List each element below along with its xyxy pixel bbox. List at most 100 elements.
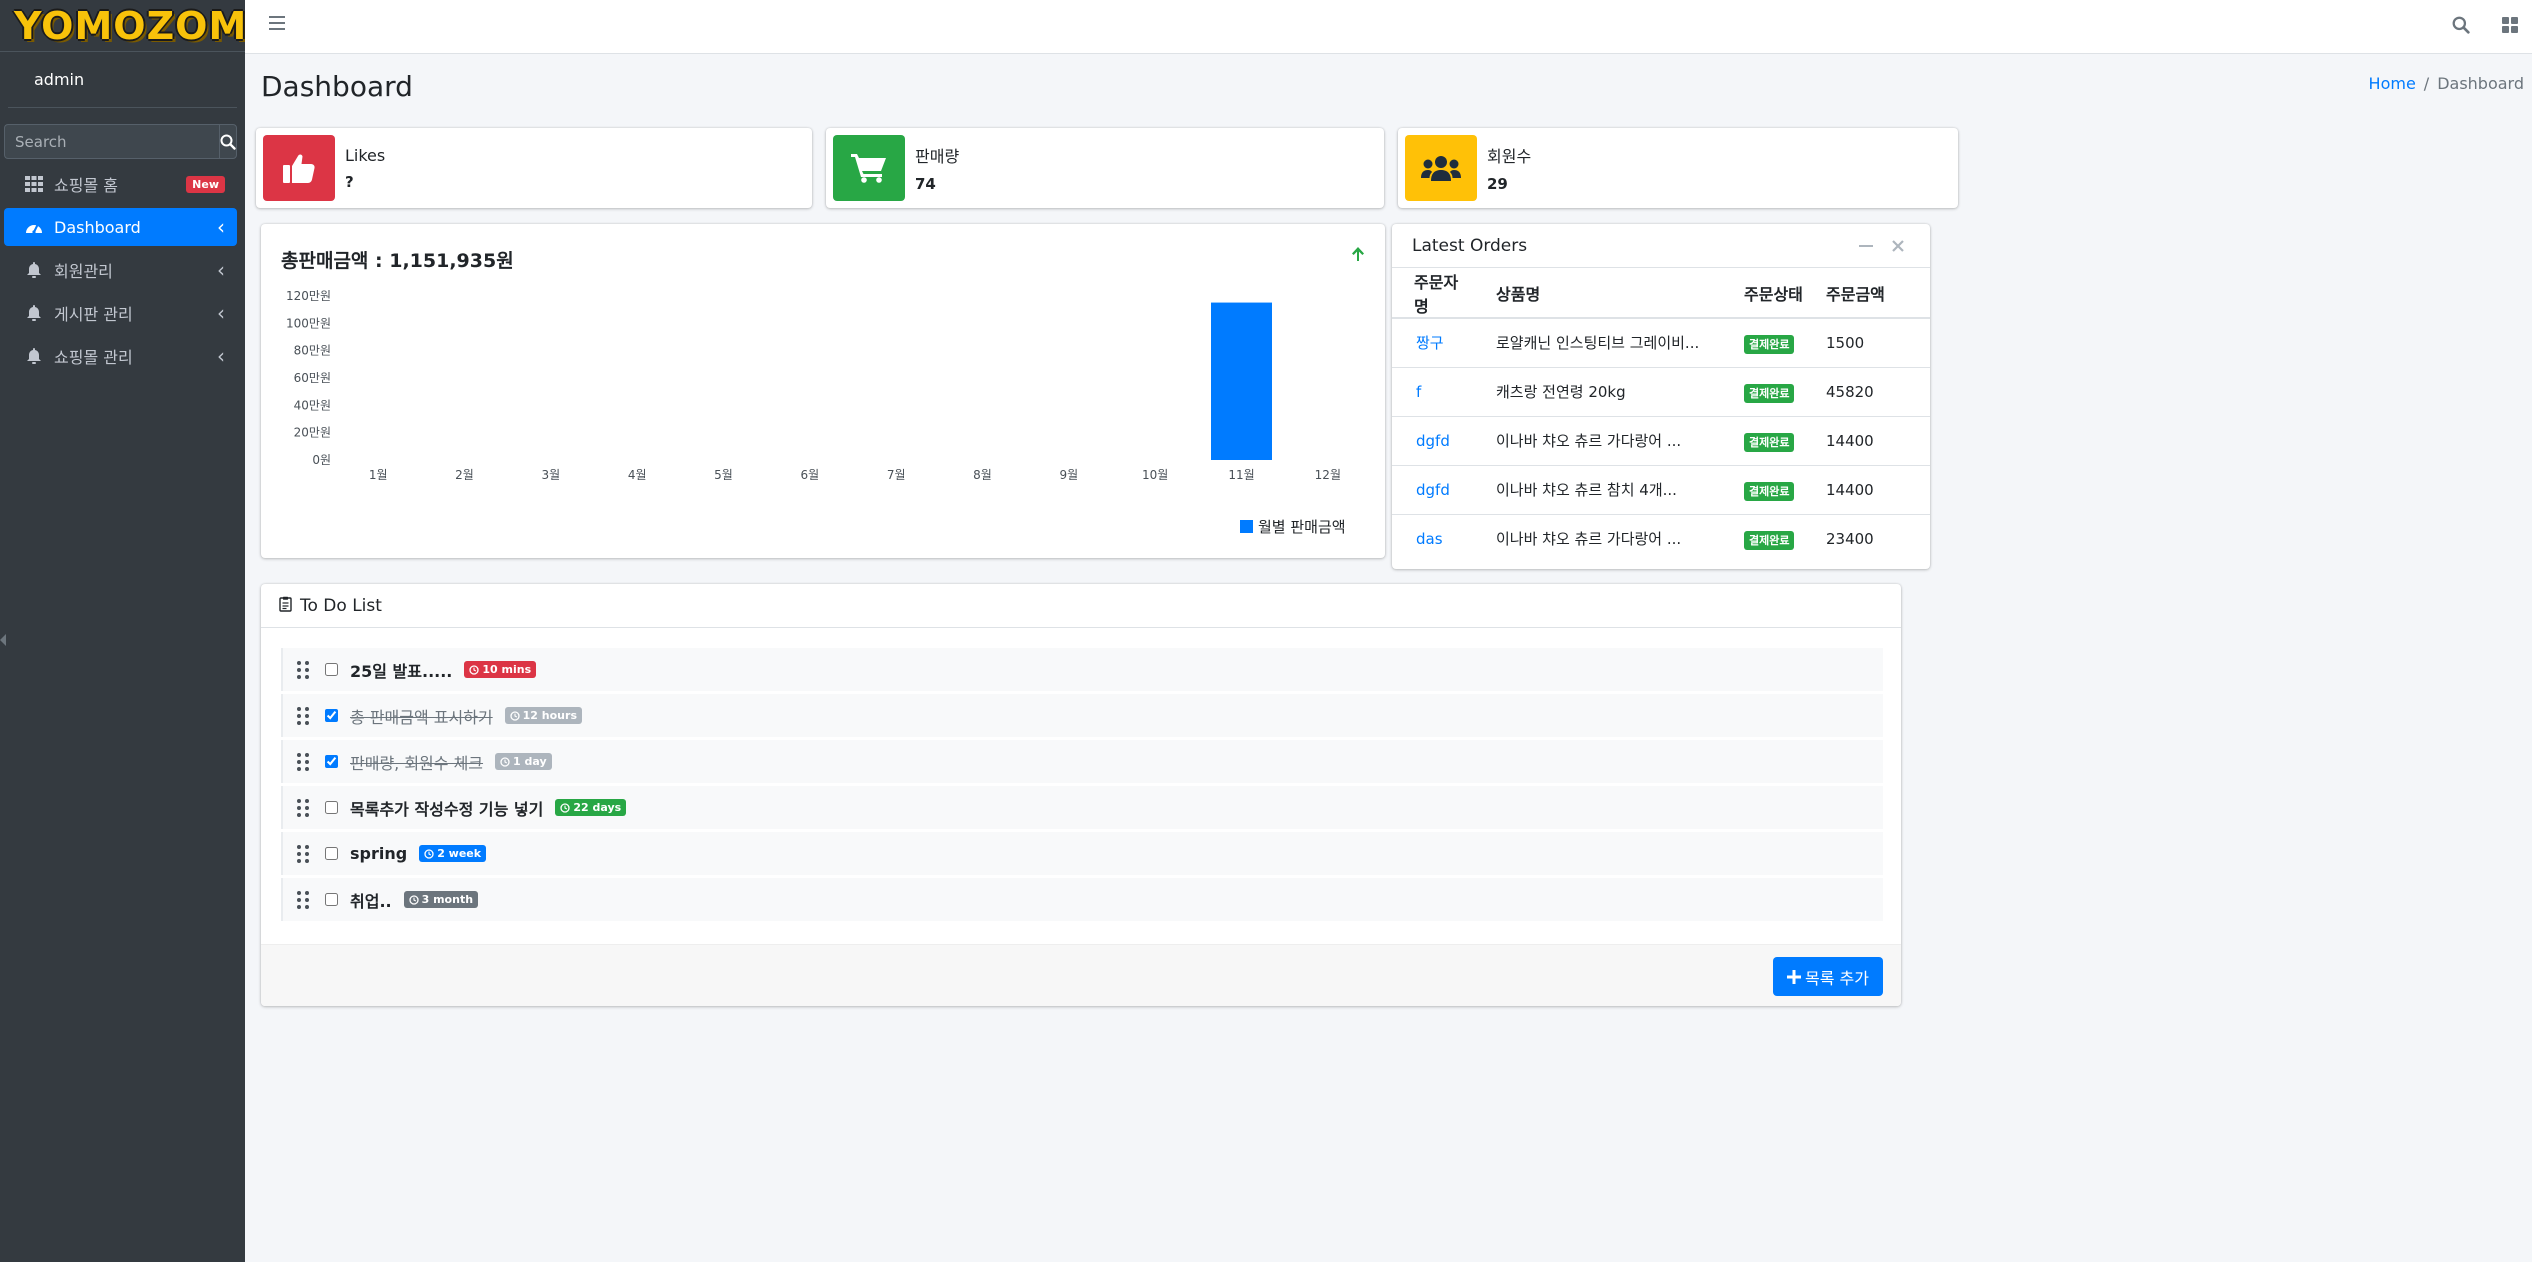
breadcrumb-home-link[interactable]: Home [2369,74,2416,93]
buyer-link[interactable]: dgfd [1392,465,1480,515]
time-badge-label: 22 days [573,801,622,814]
add-todo-label: 목록 추가 [1805,968,1869,988]
drag-handle-icon[interactable] [297,752,311,771]
drag-handle-icon[interactable] [297,890,311,909]
y-tick-label: 0원 [312,453,331,467]
todo-item: 25일 발표..... 10 mins [281,648,1883,691]
todo-card-title: To Do List [300,595,382,616]
x-tick-label: 6월 [800,468,819,482]
info-label: Likes [345,145,386,165]
info-number: 74 [915,175,936,193]
clock-icon [408,894,419,905]
sidebar-search-input[interactable] [4,124,219,159]
buyer-link[interactable]: dgfd [1392,416,1480,466]
y-tick-label: 100만원 [286,316,331,330]
bell-icon [24,260,44,280]
orders-card-title: Latest Orders [1412,235,1528,256]
todo-checkbox[interactable] [325,663,338,676]
y-tick-label: 40만원 [294,398,331,412]
sidebar-item-dashboard[interactable]: Dashboard ‹ [4,208,237,246]
menu-toggle-icon[interactable] [269,16,285,36]
x-tick-label: 8월 [973,468,992,482]
sidebar-item-shop-home[interactable]: 쇼핑몰 홈 New [4,165,237,203]
fullscreen-apps-icon[interactable] [2502,17,2518,37]
dashboard-icon [24,217,44,237]
status-badge: 결제완료 [1744,481,1795,501]
time-badge-label: 2 week [437,847,482,860]
todo-checkbox[interactable] [325,755,338,768]
table-row: 짱구 로얄캐닌 인스팅티브 그레이비... 결제완료 1500 [1392,318,1930,368]
table-row: das 이나바 챠오 츄르 가다랑어 ... 결제완료 23400 [1392,514,1930,563]
bell-icon [24,303,44,323]
todo-card-header: To Do List [261,584,1901,628]
order-amount: 45820 [1818,367,1930,417]
sidebar-search-button[interactable] [219,124,237,159]
drag-handle-icon[interactable] [297,844,311,863]
drag-handle-icon[interactable] [297,660,311,679]
product-name: 캐츠랑 전연령 20kg [1480,367,1730,417]
time-badge: 3 month [403,891,479,908]
x-tick-label: 5월 [714,468,733,482]
brand-link[interactable]: YOMOZOMO [0,0,280,52]
todo-item: 목록추가 작성수정 기능 넣기 22 days [281,786,1883,829]
time-badge: 12 hours [504,707,582,724]
user-panel: admin [8,52,237,108]
todo-checkbox[interactable] [325,801,338,814]
order-amount: 1500 [1818,318,1930,368]
column-header: 주문상태 [1730,268,1818,319]
sidebar-item-members[interactable]: 회원관리 ‹ [4,251,237,289]
sales-bar-chart: 0원 20만원 40만원 60만원 80만원 100만원 120만원 1월 2월 3월 4월 5월 6월… [286,289,1346,536]
todo-checkbox[interactable] [325,847,338,860]
user-name[interactable]: admin [34,70,84,89]
navbar-search-icon[interactable] [2452,16,2470,38]
time-badge-label: 1 day [513,755,547,768]
todo-text: 총 판매금액 표시하기 [350,707,493,727]
x-tick-label: 9월 [1059,468,1078,482]
todo-checkbox[interactable] [325,709,338,722]
chart-bar [1211,302,1272,460]
page-title: Dashboard [261,70,413,103]
breadcrumb-separator: / [2423,74,2430,93]
product-name: 로얄캐닌 인스팅티브 그레이비... [1480,318,1730,368]
x-tick-label: 1월 [369,468,388,482]
sidebar-item-board[interactable]: 게시판 관리 ‹ [4,294,237,332]
todo-item: spring 2 week [281,832,1883,875]
buyer-link[interactable]: f [1392,367,1480,417]
sidebar-item-label: 쇼핑몰 홈 [54,176,118,195]
add-todo-button[interactable]: 목록 추가 [1773,957,1883,996]
x-tick-label: 12월 [1315,468,1341,482]
todo-text: 취업.. [350,891,392,911]
y-tick-label: 80만원 [294,344,331,358]
todo-checkbox[interactable] [325,893,338,906]
product-name: 이나바 챠오 츄르 가다랑어 ... [1496,530,1682,549]
buyer-link[interactable]: das [1392,514,1480,563]
clock-icon [500,756,510,767]
x-tick-label: 10월 [1142,468,1168,482]
minus-icon[interactable] [1854,234,1878,258]
sidebar-item-shop-admin[interactable]: 쇼핑몰 관리 ‹ [4,337,237,375]
drag-handle-icon[interactable] [297,798,311,817]
drag-handle-icon[interactable] [297,706,311,725]
column-header: 상품명 [1480,268,1730,319]
new-badge: New [186,175,225,193]
todo-item: 취업.. 3 month [281,878,1883,921]
table-row: f 캐츠랑 전연령 20kg 결제완료 45820 [1392,367,1930,417]
sidebar-collapse-handle[interactable] [0,634,6,646]
product-name: 이나바 챠오 츄르 가다랑어 ... [1480,416,1730,466]
top-navbar [245,0,2532,54]
thumbs-up-icon [263,135,335,201]
sidebar: YOMOZOMO admin 쇼핑몰 홈 New Dashboard ‹ [0,0,280,1262]
todo-text: 판매량, 회원수 체크 [350,753,484,773]
x-tick-label: 4월 [628,468,647,482]
cart-icon [833,135,905,201]
buyer-link[interactable]: 짱구 [1392,318,1480,368]
clock-icon [510,710,520,721]
sidebar-nav: 쇼핑몰 홈 New Dashboard ‹ 회원관리 ‹ 게시판 관리 ‹ 쇼핑… [0,165,245,375]
sidebar-item-label: Dashboard [54,217,141,237]
todo-text: 25일 발표..... [350,661,453,681]
search-icon [220,134,236,150]
x-tick-label: 7월 [887,468,906,482]
table-row: dgfd 이나바 챠오 츄르 참치 4개... 결제완료 14400 [1392,465,1930,515]
close-icon[interactable] [1886,234,1910,258]
x-tick-label: 11월 [1228,468,1254,482]
